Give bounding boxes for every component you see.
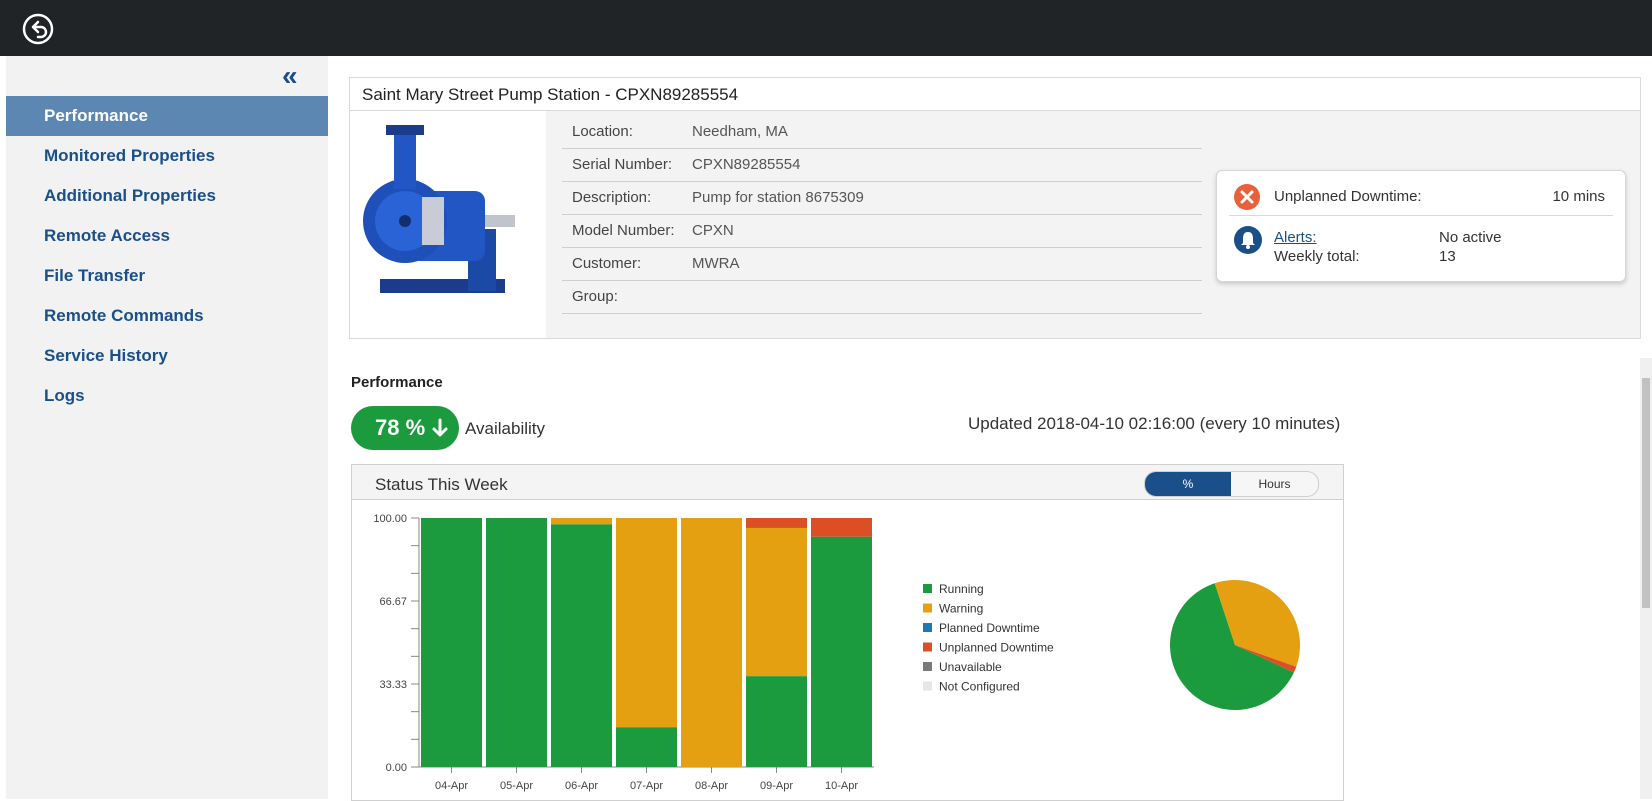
customer-label: Customer: <box>572 255 642 272</box>
bar-segment-warning <box>616 518 677 728</box>
legend-swatch <box>923 623 932 632</box>
back-icon[interactable] <box>22 13 54 45</box>
y-tick-label: 0.00 <box>386 762 407 774</box>
bar-segment-running <box>486 518 547 767</box>
y-tick-label: 33.33 <box>379 679 407 691</box>
legend-label: Not Configured <box>939 680 1020 694</box>
location-value: Needham, MA <box>692 123 788 140</box>
scrollbar-thumb[interactable] <box>1642 378 1650 608</box>
weekly-total-label: Weekly total: <box>1274 248 1360 265</box>
sidebar-item-remote-access[interactable]: Remote Access <box>6 216 328 256</box>
sidebar-item-additional-properties[interactable]: Additional Properties <box>6 176 328 216</box>
location-label: Location: <box>572 123 633 140</box>
legend-label: Unavailable <box>939 660 1002 674</box>
bar-segment-unplanned-downtime <box>811 518 872 537</box>
legend-swatch <box>923 642 932 652</box>
model-number-value: CPXN <box>692 222 734 239</box>
bar-segment-running <box>551 524 612 767</box>
asset-title: Saint Mary Street Pump Station - CPXN892… <box>362 85 739 104</box>
performance-heading: Performance <box>351 374 443 391</box>
customer-value: MWRA <box>692 255 740 272</box>
sidebar-item-service-history[interactable]: Service History <box>6 336 328 376</box>
top-bar <box>0 0 1652 56</box>
model-number-label: Model Number: <box>572 222 675 239</box>
x-tick-label: 07-Apr <box>630 780 663 792</box>
status-chart: 0.00 33.33 66.67 100.00 04-Apr 05-Apr 06-Apr 07… <box>373 513 1300 792</box>
group-row: Group: <box>562 280 1202 314</box>
asset-title-bar: Saint Mary Street Pump Station - CPXN892… <box>350 78 1640 111</box>
availability-value: 78 % <box>375 415 426 440</box>
location-row: Location: Needham, MA <box>562 115 1202 149</box>
updated-timestamp: Updated 2018-04-10 02:16:00 (every 10 mi… <box>968 414 1341 433</box>
toggle-hours-button[interactable]: Hours <box>1231 472 1318 496</box>
description-value: Pump for station 8675309 <box>692 189 864 206</box>
sidebar-item-logs[interactable]: Logs <box>6 376 328 416</box>
x-tick-label: 06-Apr <box>565 780 598 792</box>
sidebar-item-remote-commands[interactable]: Remote Commands <box>6 296 328 336</box>
x-tick-label: 05-Apr <box>500 780 533 792</box>
x-tick-label: 09-Apr <box>760 780 793 792</box>
legend-swatch <box>923 681 932 691</box>
alerts-link[interactable]: Alerts: <box>1274 229 1317 246</box>
collapse-sidebar-icon[interactable]: « <box>282 60 298 92</box>
x-tick-label: 04-Apr <box>435 780 468 792</box>
legend-label: Warning <box>939 602 983 616</box>
legend-label: Planned Downtime <box>939 621 1040 635</box>
serial-number-value: CPXN89285554 <box>692 156 801 173</box>
legend-label: Running <box>939 582 984 596</box>
downtime-value: 10 mins <box>1552 188 1605 205</box>
legend-swatch <box>923 584 932 593</box>
arrow-down-icon <box>432 418 448 437</box>
sidebar-item-monitored-properties[interactable]: Monitored Properties <box>6 136 328 176</box>
bar-segment-running <box>616 727 677 767</box>
y-tick-label: 66.67 <box>379 596 407 608</box>
bar-segment-warning <box>681 518 742 767</box>
x-tick-label: 08-Apr <box>695 780 728 792</box>
serial-number-label: Serial Number: <box>572 156 673 173</box>
legend-swatch <box>923 603 932 613</box>
legend-swatch <box>923 662 932 671</box>
alerts-value: No active <box>1439 229 1502 246</box>
bar-segment-warning <box>746 527 807 677</box>
downtime-error-icon <box>1234 184 1260 210</box>
bell-icon <box>1234 226 1262 254</box>
chart-title-bar: Status This Week % Hours <box>352 465 1343 500</box>
model-number-row: Model Number: CPXN <box>562 214 1202 248</box>
description-label: Description: <box>572 189 652 206</box>
availability-badge: 78 % <box>351 406 459 450</box>
chart-title: Status This Week <box>375 475 508 494</box>
legend-label: Unplanned Downtime <box>939 641 1054 655</box>
x-tick-label: 10-Apr <box>825 780 858 792</box>
availability-label: Availability <box>465 419 546 438</box>
toggle-percent-button[interactable]: % <box>1145 472 1231 496</box>
bar-segment-warning <box>551 518 612 525</box>
sidebar-item-performance[interactable]: Performance <box>6 96 328 136</box>
description-row: Description: Pump for station 8675309 <box>562 181 1202 215</box>
pump-image <box>350 111 546 338</box>
unit-toggle: % Hours <box>1144 471 1319 497</box>
bar-segment-running <box>421 518 482 767</box>
downtime-label: Unplanned Downtime: <box>1274 188 1422 205</box>
weekly-total-value: 13 <box>1439 248 1456 265</box>
customer-row: Customer: MWRA <box>562 247 1202 281</box>
sidebar-item-file-transfer[interactable]: File Transfer <box>6 256 328 296</box>
status-card: Unplanned Downtime: 10 mins Alerts: Week… <box>1216 170 1626 282</box>
group-label: Group: <box>572 288 618 305</box>
status-divider <box>1229 215 1613 216</box>
serial-number-row: Serial Number: CPXN89285554 <box>562 148 1202 182</box>
y-tick-label: 100.00 <box>373 513 407 525</box>
bar-segment-unplanned-downtime <box>746 518 807 528</box>
bar-segment-running <box>746 676 807 767</box>
scrollbar[interactable] <box>1640 358 1652 799</box>
bar-segment-running <box>811 536 872 767</box>
